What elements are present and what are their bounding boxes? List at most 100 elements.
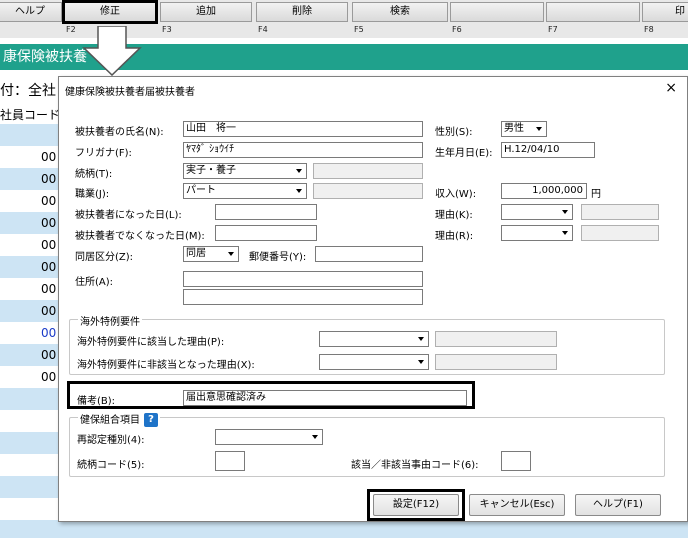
kana-field[interactable]: ﾔﾏﾀﾞ ｼｮｳｲﾁ: [183, 142, 423, 158]
kana-label: フリガナ(F):: [75, 148, 132, 159]
became-date-field[interactable]: [215, 204, 317, 220]
list-item[interactable]: 00: [0, 256, 60, 278]
list-item[interactable]: [0, 476, 60, 498]
stopped-date-field[interactable]: [215, 225, 317, 241]
sex-label: 性別(S):: [435, 127, 473, 138]
cohabit-select[interactable]: 同居: [183, 246, 239, 262]
list-item[interactable]: [0, 124, 60, 146]
close-icon[interactable]: ×: [665, 81, 677, 95]
help-button[interactable]: ヘルプ(F1): [575, 494, 661, 516]
sex-select[interactable]: 男性: [501, 121, 547, 137]
reason-k-select[interactable]: [501, 204, 573, 220]
list-item[interactable]: [0, 388, 60, 410]
overseas-applicable-label: 海外特例要件に該当した理由(P):: [77, 337, 225, 348]
relation-value: 実子・養子: [186, 165, 236, 176]
union-group-title: 健保組合項目: [80, 415, 140, 426]
income-label: 収入(W):: [435, 189, 477, 200]
reason-r-select[interactable]: [501, 225, 573, 241]
job-select[interactable]: パート: [183, 183, 307, 199]
cohabit-value: 同居: [186, 248, 206, 259]
dialog-title: 健康保険被扶養者届被扶養者: [65, 87, 195, 98]
f6-toolbar-button[interactable]: [450, 2, 544, 22]
address-field-2[interactable]: [183, 289, 423, 305]
print-toolbar-button[interactable]: 印: [642, 2, 688, 22]
list-item[interactable]: [0, 410, 60, 432]
ok-button-highlight: [367, 489, 465, 521]
name-field[interactable]: 山田 将一: [183, 121, 423, 137]
list-item[interactable]: [0, 432, 60, 454]
grid-bottom-edge: [0, 520, 688, 538]
help-toolbar-button[interactable]: ヘルプ: [0, 2, 62, 22]
overseas-group-title: 海外特例要件: [78, 313, 142, 328]
company-label: 付：全社: [0, 83, 56, 99]
job-value: パート: [186, 185, 216, 196]
chevron-down-icon: [225, 248, 237, 260]
recert-label: 再認定種別(4):: [77, 435, 145, 446]
fkey-label: F3: [162, 25, 172, 34]
cohabit-label: 同居区分(Z):: [75, 252, 134, 263]
income-unit: 円: [591, 189, 601, 200]
reason-code-label: 該当／非該当事由コード(6):: [351, 460, 479, 471]
list-item[interactable]: 00: [0, 366, 60, 388]
list-item[interactable]: 00: [0, 278, 60, 300]
chevron-down-icon: [415, 356, 427, 368]
list-item[interactable]: 00: [0, 146, 60, 168]
relation-label: 続柄(T):: [75, 169, 113, 180]
chevron-down-icon: [309, 431, 321, 443]
stopped-date-label: 被扶養者でなくなった日(M):: [75, 231, 205, 242]
relation-code-label: 続柄コード(5):: [77, 460, 145, 471]
reason-r-display: [581, 225, 659, 241]
union-group-header: 健保組合項目?: [78, 411, 160, 427]
relation-code-field[interactable]: [215, 451, 245, 471]
overseas-not-applicable-select[interactable]: [319, 354, 429, 370]
list-item[interactable]: [0, 498, 60, 520]
birth-label: 生年月日(E):: [435, 148, 493, 159]
dependent-dialog: 健康保険被扶養者届被扶養者 × 被扶養者の氏名(N): 山田 将一 フリガナ(F…: [58, 76, 688, 522]
delete-toolbar-button[interactable]: 削除: [256, 2, 348, 22]
list-item[interactable]: 00: [0, 234, 60, 256]
recert-select[interactable]: [215, 429, 323, 445]
list-item[interactable]: 00: [0, 168, 60, 190]
chevron-down-icon: [559, 206, 571, 218]
postal-field[interactable]: [315, 246, 423, 262]
address-field-1[interactable]: [183, 271, 423, 287]
overseas-applicable-display: [435, 331, 557, 347]
list-item[interactable]: 00: [0, 322, 60, 344]
postal-label: 郵便番号(Y):: [249, 252, 307, 263]
reason-k-label: 理由(K):: [435, 210, 473, 221]
overseas-applicable-select[interactable]: [319, 331, 429, 347]
chevron-down-icon: [533, 123, 545, 135]
list-item[interactable]: 00: [0, 190, 60, 212]
reason-k-display: [581, 204, 659, 220]
overseas-not-applicable-display: [435, 354, 557, 370]
add-toolbar-button[interactable]: 追加: [160, 2, 252, 22]
cancel-button[interactable]: キャンセル(Esc): [469, 494, 565, 516]
reason-code-field[interactable]: [501, 451, 531, 471]
relation-select[interactable]: 実子・養子: [183, 163, 307, 179]
chevron-down-icon: [415, 333, 427, 345]
name-label: 被扶養者の氏名(N):: [75, 127, 164, 138]
search-toolbar-button[interactable]: 検索: [352, 2, 448, 22]
address-label: 住所(A):: [75, 277, 114, 288]
sex-value: 男性: [504, 123, 524, 134]
fkey-label: F2: [66, 25, 76, 34]
job-code-display: [313, 183, 423, 199]
list-item[interactable]: [0, 454, 60, 476]
fkey-label: F7: [548, 25, 558, 34]
f7-toolbar-button[interactable]: [546, 2, 640, 22]
became-date-label: 被扶養者になった日(L):: [75, 210, 182, 221]
list-item[interactable]: 00: [0, 300, 60, 322]
fkey-label: F5: [354, 25, 364, 34]
fkey-label: F8: [644, 25, 654, 34]
employee-code-header: 社員コード: [0, 106, 61, 124]
birth-field[interactable]: H.12/04/10: [501, 142, 595, 158]
chevron-down-icon: [293, 165, 305, 177]
list-item[interactable]: 00: [0, 212, 60, 234]
income-field[interactable]: 1,000,000: [501, 183, 587, 199]
edit-button-highlight: [62, 0, 158, 24]
chevron-down-icon: [559, 227, 571, 239]
fkey-label: F4: [258, 25, 268, 34]
down-arrow-icon: [82, 26, 142, 76]
list-item[interactable]: 00: [0, 344, 60, 366]
help-icon[interactable]: ?: [144, 413, 158, 427]
